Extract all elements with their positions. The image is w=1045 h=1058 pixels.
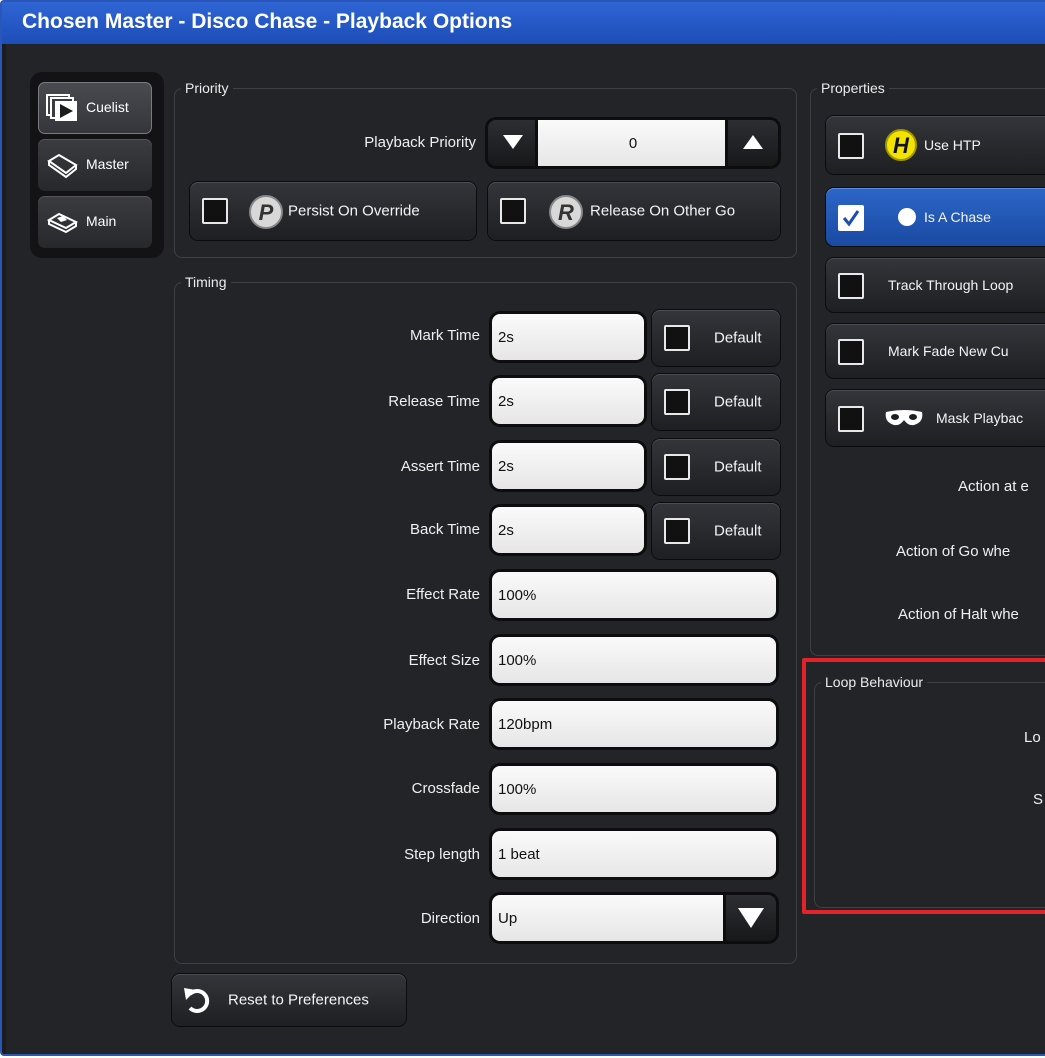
default-label: Default xyxy=(714,329,762,347)
back-time-default-button[interactable]: Default xyxy=(652,503,780,559)
title-bar: Chosen Master - Disco Chase - Playback O… xyxy=(2,2,1045,44)
assert-time-default-button[interactable]: Default xyxy=(652,439,780,495)
tab-label: Main xyxy=(86,213,117,229)
mask-icon xyxy=(885,410,923,426)
back-time-field[interactable]: 2s xyxy=(492,507,644,553)
mark-fade-new-cue-checkbox[interactable] xyxy=(838,339,864,365)
crossfade-label: Crossfade xyxy=(411,780,480,797)
is-a-chase-button[interactable]: Is A Chase xyxy=(826,188,1045,246)
chase-icon xyxy=(886,205,916,229)
release-time-field[interactable]: 2s xyxy=(492,378,644,424)
triangle-down-icon xyxy=(503,135,523,149)
release-time-label: Release Time xyxy=(388,393,480,410)
direction-label: Direction xyxy=(420,910,480,927)
mask-playback-checkbox[interactable] xyxy=(838,406,864,432)
htp-icon: H xyxy=(885,129,917,161)
effect-rate-label: Effect Rate xyxy=(406,586,480,603)
default-label: Default xyxy=(714,458,762,476)
track-through-loop-button[interactable]: Track Through Loop xyxy=(826,258,1045,312)
use-htp-label: Use HTP xyxy=(924,137,981,153)
action-of-halt-label: Action of Halt whe xyxy=(898,606,1019,623)
playback-rate-label: Playback Rate xyxy=(383,716,480,733)
back-time-label: Back Time xyxy=(409,521,480,538)
is-a-chase-checkbox[interactable] xyxy=(838,205,864,231)
undo-icon xyxy=(184,988,210,1013)
tab-strip: Cuelist Master Main xyxy=(30,72,164,258)
mask-playback-button[interactable]: Mask Playbac xyxy=(826,390,1045,446)
effect-rate-field[interactable]: 100% xyxy=(492,572,776,618)
effect-size-field[interactable]: 100% xyxy=(492,637,776,683)
playback-priority-label: Playback Priority xyxy=(364,134,476,151)
mark-time-default-checkbox[interactable] xyxy=(664,325,690,351)
crossfade-field[interactable]: 100% xyxy=(492,766,776,812)
action-at-end-label: Action at e xyxy=(958,478,1029,495)
cuelist-icon xyxy=(46,94,77,121)
action-of-go-label: Action of Go whe xyxy=(896,543,1011,560)
persist-p-icon: P xyxy=(249,195,283,229)
tab-label: Cuelist xyxy=(86,99,129,115)
main-icon xyxy=(46,212,78,234)
triangle-up-icon xyxy=(743,135,763,149)
use-htp-button[interactable]: H Use HTP xyxy=(826,116,1045,174)
mark-time-label: Mark Time xyxy=(409,327,480,344)
properties-group-label: Properties xyxy=(817,80,889,96)
reset-to-preferences-button[interactable]: Reset to Preferences xyxy=(172,974,406,1026)
svg-text:R: R xyxy=(558,200,574,225)
default-label: Default xyxy=(714,522,762,540)
default-label: Default xyxy=(714,393,762,411)
release-on-other-go-checkbox[interactable] xyxy=(500,198,526,224)
use-htp-checkbox[interactable] xyxy=(838,133,864,159)
tab-cuelist[interactable]: Cuelist xyxy=(38,82,152,134)
direction-select[interactable]: Up xyxy=(492,895,726,941)
mark-time-default-button[interactable]: Default xyxy=(652,310,780,366)
chevron-down-icon xyxy=(738,908,764,928)
release-time-default-checkbox[interactable] xyxy=(664,389,690,415)
step-length-label: Step length xyxy=(404,846,480,863)
assert-time-label: Assert Time xyxy=(400,458,480,475)
tab-master[interactable]: Master xyxy=(38,139,152,191)
track-through-loop-checkbox[interactable] xyxy=(838,273,864,299)
master-icon xyxy=(47,153,78,179)
playback-priority-field[interactable]: 0 xyxy=(538,120,728,166)
assert-time-field[interactable]: 2s xyxy=(492,443,644,489)
direction-dropdown-button[interactable] xyxy=(726,895,776,941)
release-time-default-button[interactable]: Default xyxy=(652,374,780,430)
mark-fade-new-cue-button[interactable]: Mark Fade New Cu xyxy=(826,324,1045,378)
timing-group-label: Timing xyxy=(181,274,231,290)
is-a-chase-label: Is A Chase xyxy=(924,209,991,225)
assert-time-default-checkbox[interactable] xyxy=(664,454,690,480)
priority-group-label: Priority xyxy=(181,80,233,96)
reset-label: Reset to Preferences xyxy=(228,991,369,1009)
release-on-other-go-label: Release On Other Go xyxy=(590,202,736,220)
release-r-icon: R xyxy=(549,195,583,229)
mark-time-field[interactable]: 2s xyxy=(492,314,644,360)
persist-on-override-label: Persist On Override xyxy=(288,202,420,220)
checkmark-icon xyxy=(842,210,860,227)
priority-increase-button[interactable] xyxy=(728,120,778,166)
persist-on-override-checkbox[interactable] xyxy=(202,198,228,224)
mask-playback-label: Mask Playbac xyxy=(936,410,1024,426)
loop-behaviour-highlight-box xyxy=(802,658,1045,914)
playback-rate-field[interactable]: 120bpm xyxy=(492,701,776,747)
back-time-default-checkbox[interactable] xyxy=(664,518,690,544)
priority-decrease-button[interactable] xyxy=(488,120,538,166)
step-length-field[interactable]: 1 beat xyxy=(492,831,776,877)
window-title: Chosen Master - Disco Chase - Playback O… xyxy=(22,10,513,33)
persist-on-override-button[interactable]: P Persist On Override xyxy=(190,182,476,240)
mark-fade-new-cue-label: Mark Fade New Cu xyxy=(888,343,1009,359)
tab-main[interactable]: Main xyxy=(38,196,152,248)
svg-text:H: H xyxy=(893,133,910,158)
track-through-loop-label: Track Through Loop xyxy=(888,277,1014,293)
effect-size-label: Effect Size xyxy=(408,652,480,669)
svg-text:P: P xyxy=(259,200,274,225)
release-on-other-go-button[interactable]: R Release On Other Go xyxy=(488,182,780,240)
tab-label: Master xyxy=(86,156,129,172)
